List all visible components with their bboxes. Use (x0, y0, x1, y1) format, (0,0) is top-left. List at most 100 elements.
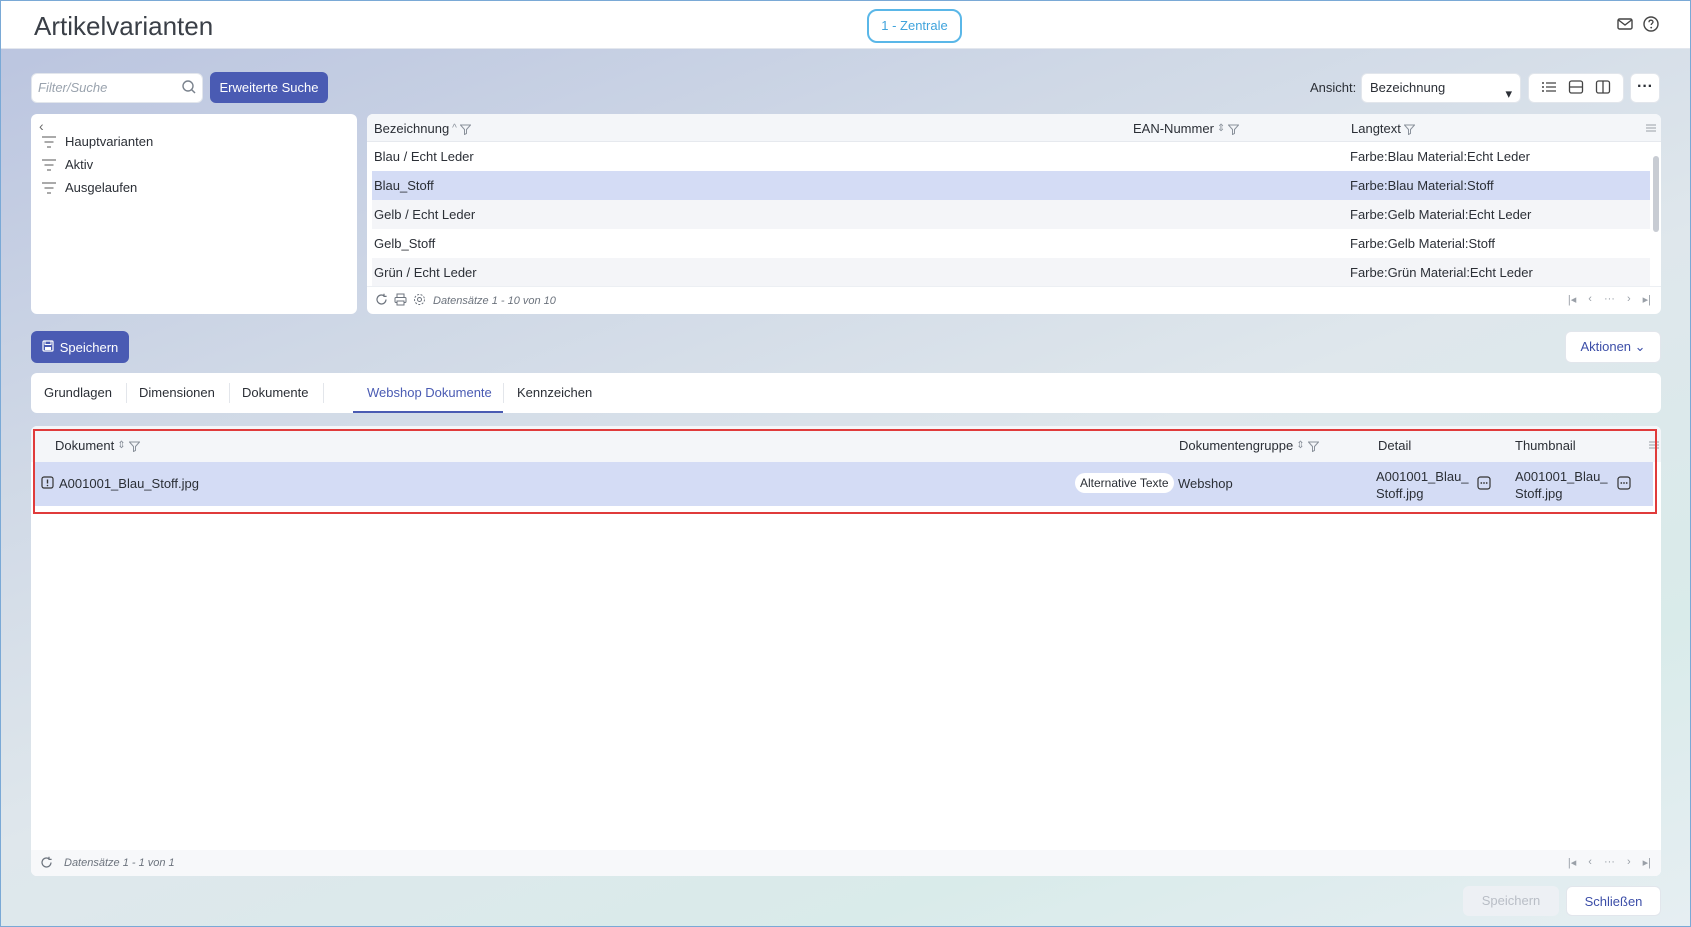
column-menu-icon[interactable] (1645, 122, 1657, 137)
chevron-down-icon: ▾ (1505, 86, 1512, 101)
print-icon[interactable] (394, 293, 407, 309)
tab-dimensionen[interactable]: Dimensionen (139, 385, 215, 400)
branch-selector[interactable]: 1 - Zentrale (867, 9, 962, 43)
alternative-texts-badge[interactable]: Alternative Texte (1075, 473, 1174, 493)
filter-icon[interactable] (1227, 123, 1240, 136)
tab-grundlagen[interactable]: Grundlagen (44, 385, 112, 400)
filter-icon[interactable] (1306, 440, 1320, 453)
prev-page-icon[interactable]: ‹ (1588, 856, 1592, 869)
actions-dropdown-button[interactable]: Aktionen ⌄ (1565, 331, 1661, 363)
filter-item-ausgelaufen[interactable]: Ausgelaufen (41, 180, 137, 195)
sort-icon[interactable]: ⇕ (117, 440, 125, 451)
warning-icon[interactable] (41, 476, 54, 489)
filter-lines-icon (41, 135, 57, 148)
search-icon[interactable] (181, 79, 197, 95)
table-row[interactable]: Blau / Echt Leder Farbe:Blau Material:Ec… (372, 142, 1650, 171)
column-header-dokumentengruppe[interactable]: Dokumentengruppe ⇕ (1179, 438, 1320, 453)
help-icon[interactable] (1642, 15, 1660, 33)
view-select[interactable]: Bezeichnung ▾ (1361, 73, 1521, 103)
sort-icon[interactable]: ⇕ (1296, 440, 1304, 451)
scrollbar-thumb[interactable] (1653, 156, 1659, 232)
document-name: A001001_Blau_Stoff.jpg (59, 476, 199, 491)
tab-separator (503, 383, 504, 403)
split-horizontal-icon[interactable] (1568, 79, 1584, 98)
tab-separator (229, 383, 230, 403)
sort-icon[interactable]: ⇕ (1217, 123, 1225, 134)
page-ellipsis-icon[interactable]: ··· (1604, 856, 1615, 869)
column-header-langtext[interactable]: Langtext (1351, 121, 1416, 136)
app-window: Artikelvarianten 1 - Zentrale Filter/Suc… (0, 0, 1691, 927)
last-page-icon[interactable]: ▸| (1643, 293, 1651, 306)
gear-icon[interactable] (413, 293, 426, 309)
view-mode-group (1528, 73, 1624, 103)
filter-item-hauptvarianten[interactable]: Hauptvarianten (41, 134, 153, 149)
last-page-icon[interactable]: ▸| (1643, 856, 1651, 869)
next-page-icon[interactable]: › (1627, 856, 1631, 869)
table-row-selected[interactable]: Blau_Stoff Farbe:Blau Material:Stoff (372, 171, 1650, 200)
refresh-icon[interactable] (375, 293, 388, 309)
column-header-thumbnail[interactable]: Thumbnail (1515, 438, 1576, 453)
view-select-value: Bezeichnung (1370, 80, 1446, 95)
first-page-icon[interactable]: |◂ (1568, 293, 1576, 306)
column-header-ean[interactable]: EAN-Nummer ⇕ (1133, 121, 1240, 136)
pager: |◂ ‹ ··· › ▸| (1568, 856, 1651, 869)
tab-separator (323, 383, 324, 403)
active-tab-indicator (353, 411, 503, 413)
scrollbar[interactable] (1653, 142, 1659, 302)
filter-icon[interactable] (1403, 123, 1416, 136)
prev-page-icon[interactable]: ‹ (1588, 293, 1592, 306)
thumbnail-file: A001001_Blau_Stoff.jpg (1515, 469, 1608, 501)
tab-dokumente[interactable]: Dokumente (242, 385, 308, 400)
grid-header: Bezeichnung ^ EAN-Nummer ⇕ Langtext (367, 114, 1661, 142)
documents-grid: Dokument ⇕ Dokumentengruppe ⇕ Detail Thu… (31, 426, 1661, 876)
tab-separator (126, 383, 127, 403)
tab-kennzeichen[interactable]: Kennzeichen (517, 385, 592, 400)
footer-save-button[interactable]: Speichern (1463, 886, 1559, 916)
list-view-icon[interactable] (1541, 79, 1557, 98)
title-bar: Artikelvarianten 1 - Zentrale (1, 1, 1690, 49)
more-options-button[interactable]: ··· (1630, 73, 1660, 103)
column-header-bezeichnung[interactable]: Bezeichnung ^ (374, 121, 472, 136)
record-count: Datensätze 1 - 1 von 1 (64, 857, 175, 869)
chevron-down-icon: ⌄ (1634, 339, 1646, 354)
table-row[interactable]: Gelb_Stoff Farbe:Gelb Material:Stoff (372, 229, 1650, 258)
variants-grid: Bezeichnung ^ EAN-Nummer ⇕ Langtext Blau… (367, 114, 1661, 314)
table-row[interactable]: Grün / Echt Leder Farbe:Grün Material:Ec… (372, 258, 1650, 287)
filter-item-aktiv[interactable]: Aktiv (41, 157, 93, 172)
grid-footer: Datensätze 1 - 10 von 10 |◂ ‹ ··· › ▸| (367, 286, 1661, 314)
filter-item-label: Hauptvarianten (65, 134, 154, 149)
search-input[interactable]: Filter/Suche (31, 73, 203, 103)
record-count: Datensätze 1 - 10 von 10 (433, 295, 556, 307)
filter-item-label: Aktiv (65, 157, 94, 172)
column-menu-icon[interactable] (1648, 439, 1660, 454)
filter-icon[interactable] (128, 440, 141, 453)
filter-icon[interactable] (459, 123, 472, 136)
detail-file: A001001_Blau_Stoff.jpg (1376, 469, 1469, 501)
ellipsis-box-icon[interactable] (1477, 476, 1491, 490)
table-row-selected[interactable]: A001001_Blau_Stoff.jpg Alternative Texte… (35, 462, 1653, 506)
mail-icon[interactable] (1616, 15, 1634, 33)
refresh-icon[interactable] (40, 856, 53, 872)
document-group: Webshop (1178, 476, 1233, 491)
column-header-dokument[interactable]: Dokument ⇕ (55, 438, 141, 453)
filter-panel: ‹ Hauptvarianten Aktiv Ausgelaufen (31, 114, 357, 314)
filter-lines-icon (41, 158, 57, 171)
documents-grid-footer: Datensätze 1 - 1 von 1 |◂ ‹ ··· › ▸| (31, 850, 1661, 876)
next-page-icon[interactable]: › (1627, 293, 1631, 306)
first-page-icon[interactable]: |◂ (1568, 856, 1576, 869)
title-icons (1616, 15, 1660, 33)
column-header-detail[interactable]: Detail (1378, 438, 1411, 453)
advanced-search-button[interactable]: Erweiterte Suche (210, 72, 328, 103)
save-button[interactable]: Speichern (31, 331, 129, 363)
split-vertical-icon[interactable] (1595, 79, 1611, 98)
close-button[interactable]: Schließen (1566, 886, 1661, 916)
tab-bar: Grundlagen Dimensionen Dokumente Webshop… (31, 373, 1661, 413)
table-row[interactable]: Gelb / Echt Leder Farbe:Gelb Material:Ec… (372, 200, 1650, 229)
sort-asc-icon[interactable]: ^ (452, 123, 457, 134)
page-ellipsis-icon[interactable]: ··· (1604, 293, 1615, 306)
chevron-left-icon[interactable]: ‹ (39, 118, 44, 134)
tab-webshop-dokumente[interactable]: Webshop Dokumente (367, 385, 492, 400)
save-icon (42, 339, 54, 355)
grid-footer-icons (375, 293, 426, 309)
ellipsis-box-icon[interactable] (1617, 476, 1631, 490)
